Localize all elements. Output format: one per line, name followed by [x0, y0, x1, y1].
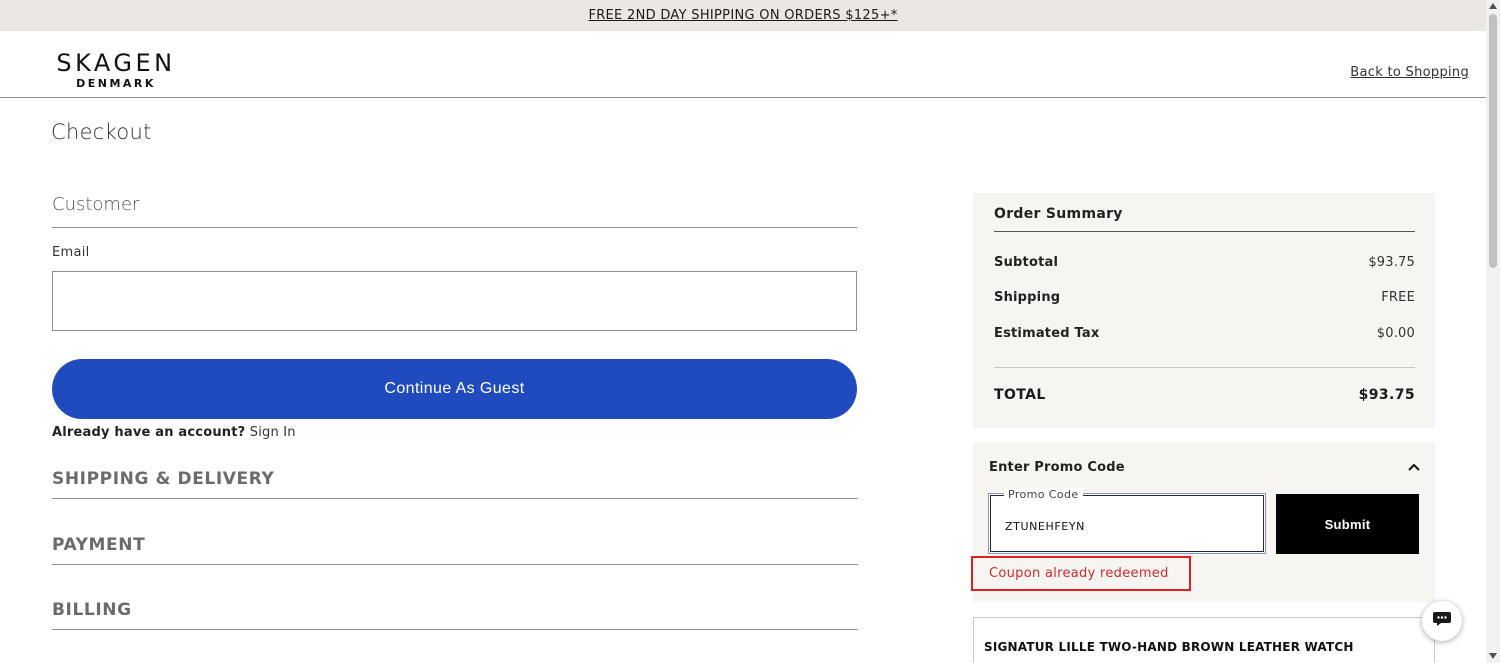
chat-bubble-icon — [1432, 610, 1452, 632]
shipping-label: Shipping — [994, 290, 1061, 305]
scrollbar-thumb[interactable] — [1489, 14, 1497, 268]
promo-banner: FREE 2ND DAY SHIPPING ON ORDERS $125+* — [0, 0, 1486, 31]
sign-in-link[interactable]: Sign In — [250, 425, 296, 440]
total-row: TOTAL $93.75 — [994, 387, 1415, 403]
subtotal-row: Subtotal $93.75 — [994, 255, 1415, 270]
promo-code-input[interactable]: Promo Code ZTUNEHFEYN — [988, 488, 1266, 554]
payment-section[interactable]: PAYMENT — [52, 535, 858, 565]
product-name: SIGNATUR LILLE TWO-HAND BROWN LEATHER WA… — [984, 640, 1354, 654]
email-field[interactable] — [52, 271, 857, 331]
scrollbar[interactable] — [1486, 0, 1500, 663]
coupon-error-message: Coupon already redeemed — [971, 556, 1191, 591]
site-header: SKAGEN DENMARK Back to Shopping — [0, 31, 1486, 98]
total-value: $93.75 — [1358, 387, 1415, 403]
back-to-shopping-link[interactable]: Back to Shopping — [1350, 65, 1469, 80]
skagen-logo[interactable]: SKAGEN DENMARK — [46, 51, 186, 90]
order-summary-title: Order Summary — [994, 206, 1415, 232]
promo-submit-button[interactable]: Submit — [1276, 494, 1419, 554]
customer-heading: Customer — [52, 194, 857, 228]
tax-value: $0.00 — [1376, 326, 1415, 341]
shipping-row: Shipping FREE — [994, 290, 1415, 305]
promo-code-title[interactable]: Enter Promo Code — [989, 460, 1125, 475]
total-label: TOTAL — [994, 387, 1046, 403]
promo-code-value: ZTUNEHFEYN — [1005, 520, 1085, 533]
shipping-delivery-section[interactable]: SHIPPING & DELIVERY — [52, 469, 858, 499]
summary-divider — [994, 367, 1415, 368]
promo-code-label: Promo Code — [1004, 488, 1083, 501]
tax-row: Estimated Tax $0.00 — [994, 326, 1415, 341]
order-summary-panel: Order Summary Subtotal $93.75 Shipping F… — [973, 193, 1435, 428]
page-title: Checkout — [51, 120, 152, 144]
subtotal-value: $93.75 — [1368, 255, 1415, 270]
shipping-value: FREE — [1381, 290, 1415, 305]
billing-section[interactable]: BILLING — [52, 600, 858, 630]
scroll-down-icon[interactable] — [1489, 653, 1497, 659]
logo-subtitle: DENMARK — [76, 77, 156, 90]
account-prompt: Already have an account? Sign In — [52, 425, 296, 440]
chat-button[interactable] — [1422, 601, 1462, 641]
tax-label: Estimated Tax — [994, 326, 1100, 341]
email-label: Email — [52, 245, 90, 260]
product-card: SIGNATUR LILLE TWO-HAND BROWN LEATHER WA… — [973, 617, 1435, 663]
continue-as-guest-button[interactable]: Continue As Guest — [52, 359, 857, 419]
subtotal-label: Subtotal — [994, 255, 1059, 270]
logo-wordmark: SKAGEN — [56, 49, 176, 77]
promo-code-input-border: Promo Code ZTUNEHFEYN — [990, 488, 1264, 552]
account-prompt-text: Already have an account? — [52, 425, 246, 440]
chevron-up-icon[interactable] — [1405, 458, 1423, 476]
free-shipping-link[interactable]: FREE 2ND DAY SHIPPING ON ORDERS $125+* — [588, 8, 897, 23]
scroll-up-icon[interactable] — [1489, 3, 1497, 9]
